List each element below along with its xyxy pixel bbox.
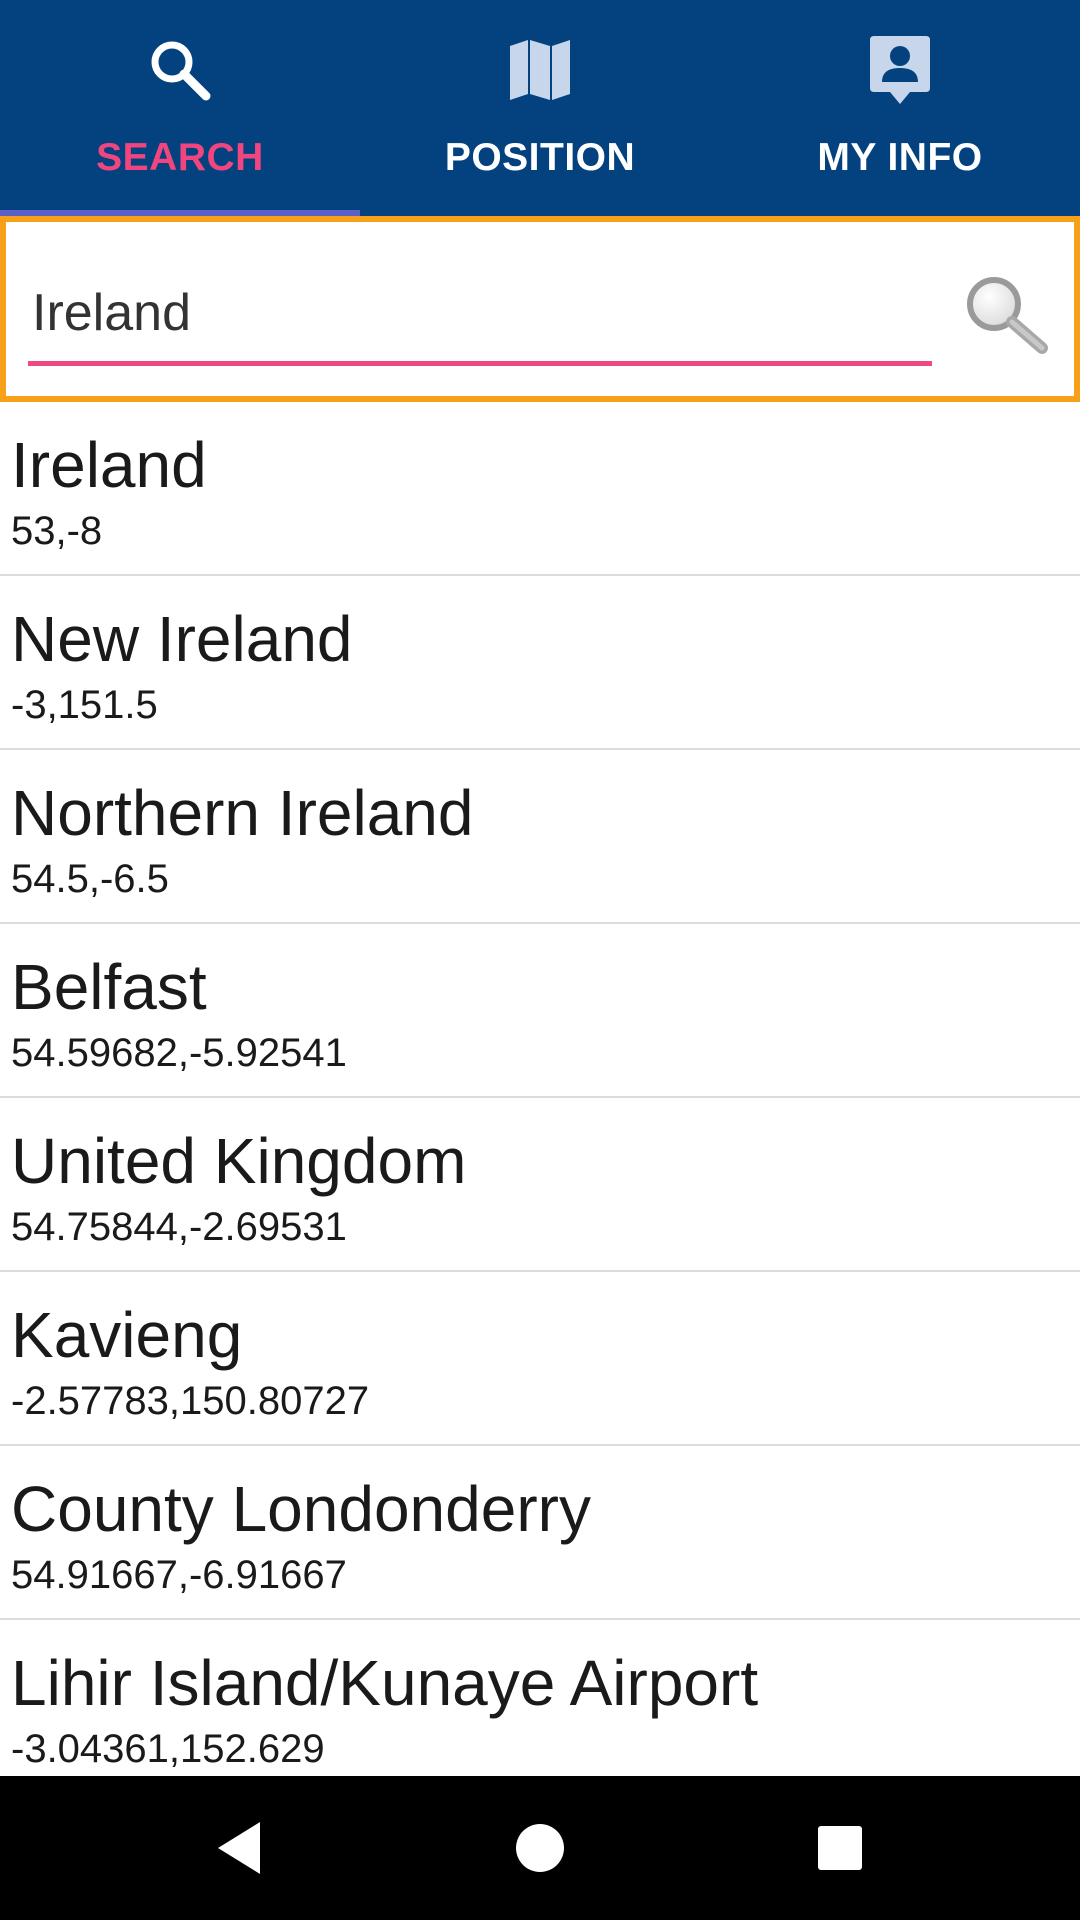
recents-icon [818, 1826, 862, 1870]
home-button[interactable] [504, 1812, 576, 1884]
list-item[interactable]: County Londonderry 54.91667,-6.91667 [0, 1446, 1080, 1620]
tab-position[interactable]: POSITION [360, 0, 720, 216]
result-name: Lihir Island/Kunaye Airport [11, 1647, 759, 1719]
search-input[interactable] [28, 276, 932, 366]
result-coords: 54.59682,-5.92541 [11, 1031, 347, 1075]
list-item[interactable]: New Ireland -3,151.5 [0, 576, 1080, 750]
map-icon [500, 30, 580, 110]
result-coords: 54.75844,-2.69531 [11, 1205, 347, 1249]
search-icon [140, 30, 220, 110]
result-coords: -3.04361,152.629 [11, 1727, 325, 1771]
system-nav-bar [0, 1776, 1080, 1920]
magnifier-search-button[interactable] [958, 270, 1054, 360]
tab-search-label: SEARCH [96, 136, 264, 179]
result-name: Kavieng [11, 1299, 243, 1371]
contact-icon [860, 30, 940, 110]
result-name: Ireland [11, 429, 207, 501]
app-screen: SEARCH POSITION MY INFO Ireland Ireland … [0, 0, 1080, 1920]
result-name: Belfast [11, 951, 207, 1023]
tab-search[interactable]: SEARCH [0, 0, 360, 216]
list-item[interactable]: Belfast 54.59682,-5.92541 [0, 924, 1080, 1098]
result-name: Northern Ireland [11, 777, 474, 849]
search-panel [0, 216, 1080, 402]
list-item[interactable]: Kavieng -2.57783,150.80727 [0, 1272, 1080, 1446]
result-coords: -3,151.5 [11, 683, 158, 727]
tab-my-info-label: MY INFO [817, 136, 983, 179]
result-name: New Ireland [11, 603, 353, 675]
recents-button[interactable] [804, 1812, 876, 1884]
tab-my-info[interactable]: MY INFO [720, 0, 1080, 216]
result-coords: 54.5,-6.5 [11, 857, 169, 901]
back-icon [218, 1822, 260, 1874]
result-name: County Londonderry [11, 1473, 591, 1545]
list-item[interactable]: United Kingdom 54.75844,-2.69531 [0, 1098, 1080, 1272]
list-item[interactable]: Ireland 53,-8 [0, 402, 1080, 576]
result-coords: -2.57783,150.80727 [11, 1379, 370, 1423]
magnifier-icon [967, 277, 1048, 354]
results-list: Ireland 53,-8 New Ireland -3,151.5 North… [0, 402, 1080, 1776]
result-name: United Kingdom [11, 1125, 467, 1197]
list-item[interactable]: Lihir Island/Kunaye Airport -3.04361,152… [0, 1620, 1080, 1776]
result-coords: 54.91667,-6.91667 [11, 1553, 347, 1597]
tab-bar: SEARCH POSITION MY INFO [0, 0, 1080, 216]
tab-position-label: POSITION [444, 136, 636, 179]
result-coords: 53,-8 [11, 509, 103, 553]
back-button[interactable] [204, 1812, 276, 1884]
home-icon [516, 1824, 564, 1872]
list-item[interactable]: Northern Ireland 54.5,-6.5 [0, 750, 1080, 924]
